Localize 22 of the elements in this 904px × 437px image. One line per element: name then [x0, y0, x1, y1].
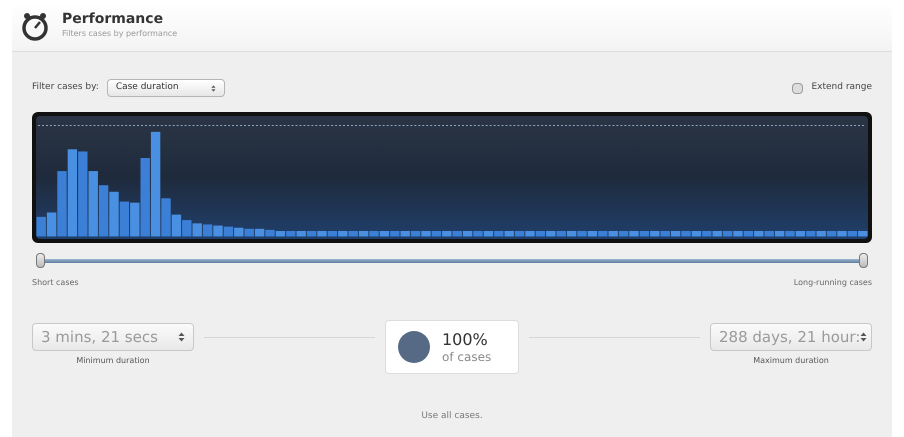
pie-icon	[398, 331, 430, 363]
use-all-cases-text: Use all cases.	[421, 410, 483, 423]
extend-range-label: Extend range	[811, 81, 872, 94]
long-cases-label: Long-running cases	[794, 277, 872, 289]
extend-range-checkbox[interactable]	[792, 82, 804, 94]
maximum-duration-caption: Maximum duration	[753, 355, 829, 367]
maximum-duration-select[interactable]: 288 days, 21 hour:	[710, 323, 872, 351]
minimum-duration-caption: Minimum duration	[76, 355, 150, 367]
panel-subtitle: Filters cases by performance	[62, 28, 178, 40]
percent-value: 100%	[442, 330, 489, 350]
panel-title: Performance	[62, 10, 164, 28]
stepper-icon	[860, 332, 868, 342]
stopwatch-icon	[20, 10, 50, 40]
filter-select[interactable]: Case duration	[106, 79, 225, 97]
percent-caption: of cases	[442, 350, 492, 364]
minimum-duration-select[interactable]: 3 mins, 21 secs	[32, 323, 194, 351]
filter-label: Filter cases by:	[32, 81, 99, 94]
short-cases-label: Short cases	[32, 277, 79, 289]
slider-handle[interactable]	[36, 253, 45, 268]
stepper-icon	[210, 84, 216, 92]
slider-handle[interactable]	[859, 253, 868, 268]
stepper-icon	[178, 332, 185, 342]
